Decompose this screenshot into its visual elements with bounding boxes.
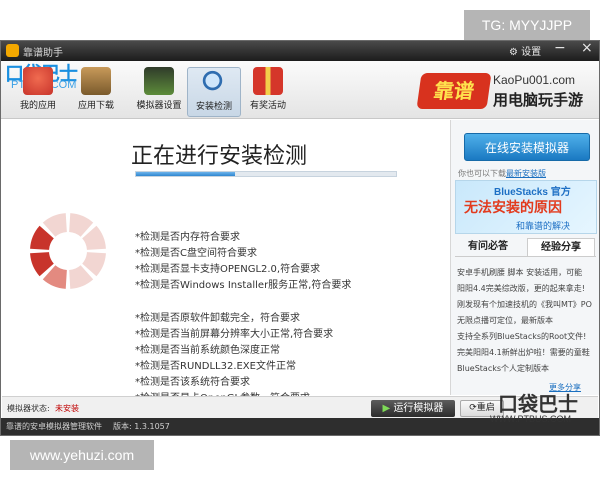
status-value: 未安装 [55,404,79,413]
share-item[interactable]: 阳阳4.4完美综改版，更的起来拿走! [457,283,585,294]
nav-install-check[interactable]: 安装检测 [187,67,241,117]
share-item[interactable]: BlueStacks个人定制版本 [457,363,549,374]
ad-line-3: 和靠谱的解决 [516,222,571,232]
app-window: 靠谱助手 ⚙ 设置 − × 口袋巴士 PTBUS.COM 我的应用 应用下载 模… [0,40,600,436]
footer-title: 靠谱的安卓模拟器管理软件 [6,422,102,431]
nav-label: 应用下载 [77,101,114,111]
ptbus-watermark-logo: 口袋巴士 WWW.PTBUS.COM [490,388,592,428]
tab-qa[interactable]: 有问必答 [455,238,521,256]
loading-spinner [30,213,106,289]
check-item: *检测是否显卡支持OPENGL2.0,符合要求 [135,264,321,275]
my-apps-icon [23,67,53,95]
tab-experience[interactable]: 经验分享 [527,238,595,256]
check-item: *检测是否当前屏幕分辨率大小正常,符合要求 [135,329,334,340]
nav-label: 安装检测 [195,102,232,112]
kaopu-logo: 靠谱 KaoPu001.com 用电脑玩手游 [416,65,591,115]
kaopu-mark: 靠谱 [416,73,492,109]
check-item: *检测是否C盘空间符合要求 [135,248,257,259]
page-title: 正在进行安装检测 [131,144,308,169]
check-item: *检测是否当前系统颜色深度正常 [135,345,280,356]
ptbus-url: WWW.PTBUS.COM [490,414,571,424]
ad-line-1: BlueStacks 官方 [494,187,571,198]
ad-banner[interactable]: BlueStacks 官方 无法安装的原因 和靠谱的解决 [455,180,597,234]
nav-label: 有奖活动 [249,101,286,111]
magnifier-icon [199,68,229,96]
nav-label: 我的应用 [19,101,56,111]
nav-prize-events[interactable]: 有奖活动 [241,67,295,117]
window-title: 靠谱助手 [23,48,63,59]
ptbus-name: 口袋巴士 [498,392,578,416]
install-hint: 你也可以下载最新安装版 [458,168,546,179]
nav-my-apps[interactable]: 我的应用 [11,67,65,117]
title-bar: 靠谱助手 ⚙ 设置 − × [1,40,599,61]
main-panel: 正在进行安装检测 *检测是否内存符合要求 *检测是否C盘空间符合要求 *检测是否… [2,120,448,404]
play-icon: ▶ [382,403,391,414]
watermark-bottom: www.yehuzi.com [10,440,154,470]
share-item[interactable]: 无限点播可定位，最新版本 [457,315,553,326]
ad-line-2: 无法安装的原因 [464,200,562,216]
share-item[interactable]: 支持全系列BlueStacks的Root文件! [457,331,586,342]
minimize-button[interactable]: − [554,40,566,56]
tab-divider [455,256,596,257]
nav-app-download[interactable]: 应用下载 [69,67,123,117]
toolbar: 口袋巴士 PTBUS.COM 我的应用 应用下载 模拟器设置 安装检测 有奖活动 [1,61,599,119]
right-panel: 在线安装模拟器 你也可以下载最新安装版 BlueStacks 官方 无法安装的原… [450,120,599,395]
run-emulator-button[interactable]: ▶ 运行模拟器 [371,400,455,417]
install-hint-text: 你也可以下载 [458,169,506,178]
gift-icon [253,67,283,95]
footer-version: 版本: 1.3.1057 [113,422,170,431]
online-install-button[interactable]: 在线安装模拟器 [464,133,590,161]
watermark-top: TG: MYYJJPP [464,10,590,40]
gear-icon: ⚙ [509,47,518,58]
kaopu-url: KaoPu001.com [493,73,576,87]
app-icon [6,44,19,57]
run-emulator-label: 运行模拟器 [393,403,444,414]
latest-installer-link[interactable]: 最新安装版 [506,169,546,178]
check-item: *检测是否该系统符合要求 [135,377,250,388]
share-item[interactable]: 完美阳阳4.1新鲜出炉啦！需要的童鞋 [457,347,590,358]
settings-label: 设置 [521,47,542,58]
check-item: *检测是否Windows Installer服务正常,符合要求 [135,280,352,291]
progress-bar [135,171,397,177]
share-item[interactable]: 安卓手机刷腰 脚本 安装适用，可能 [457,267,582,278]
screenshot-canvas: TG: MYYJJPP 靠谱助手 ⚙ 设置 − × 口袋巴士 PTBUS.COM… [0,0,600,480]
download-icon [81,67,111,95]
kaopu-slogan: 用电脑玩手游 [493,91,584,109]
emulator-settings-icon [144,67,174,95]
settings-button[interactable]: ⚙ 设置 [509,43,541,58]
check-item: *检测是否内存符合要求 [135,232,240,243]
nav-label: 模拟器设置 [136,101,182,111]
status-label: 模拟器状态: [7,404,50,413]
progress-fill [136,172,235,176]
restart-icon: ⟳ [469,403,477,413]
close-button[interactable]: × [581,40,593,56]
check-item: *检测是否RUNDLL32.EXE文件正常 [135,361,296,372]
share-item[interactable]: 刚发现有个加速技机的《我叫MT》PO [457,299,592,310]
check-item: *检测是否原软件卸载完全，符合要求 [135,313,300,324]
nav-emulator-settings[interactable]: 模拟器设置 [129,67,189,117]
